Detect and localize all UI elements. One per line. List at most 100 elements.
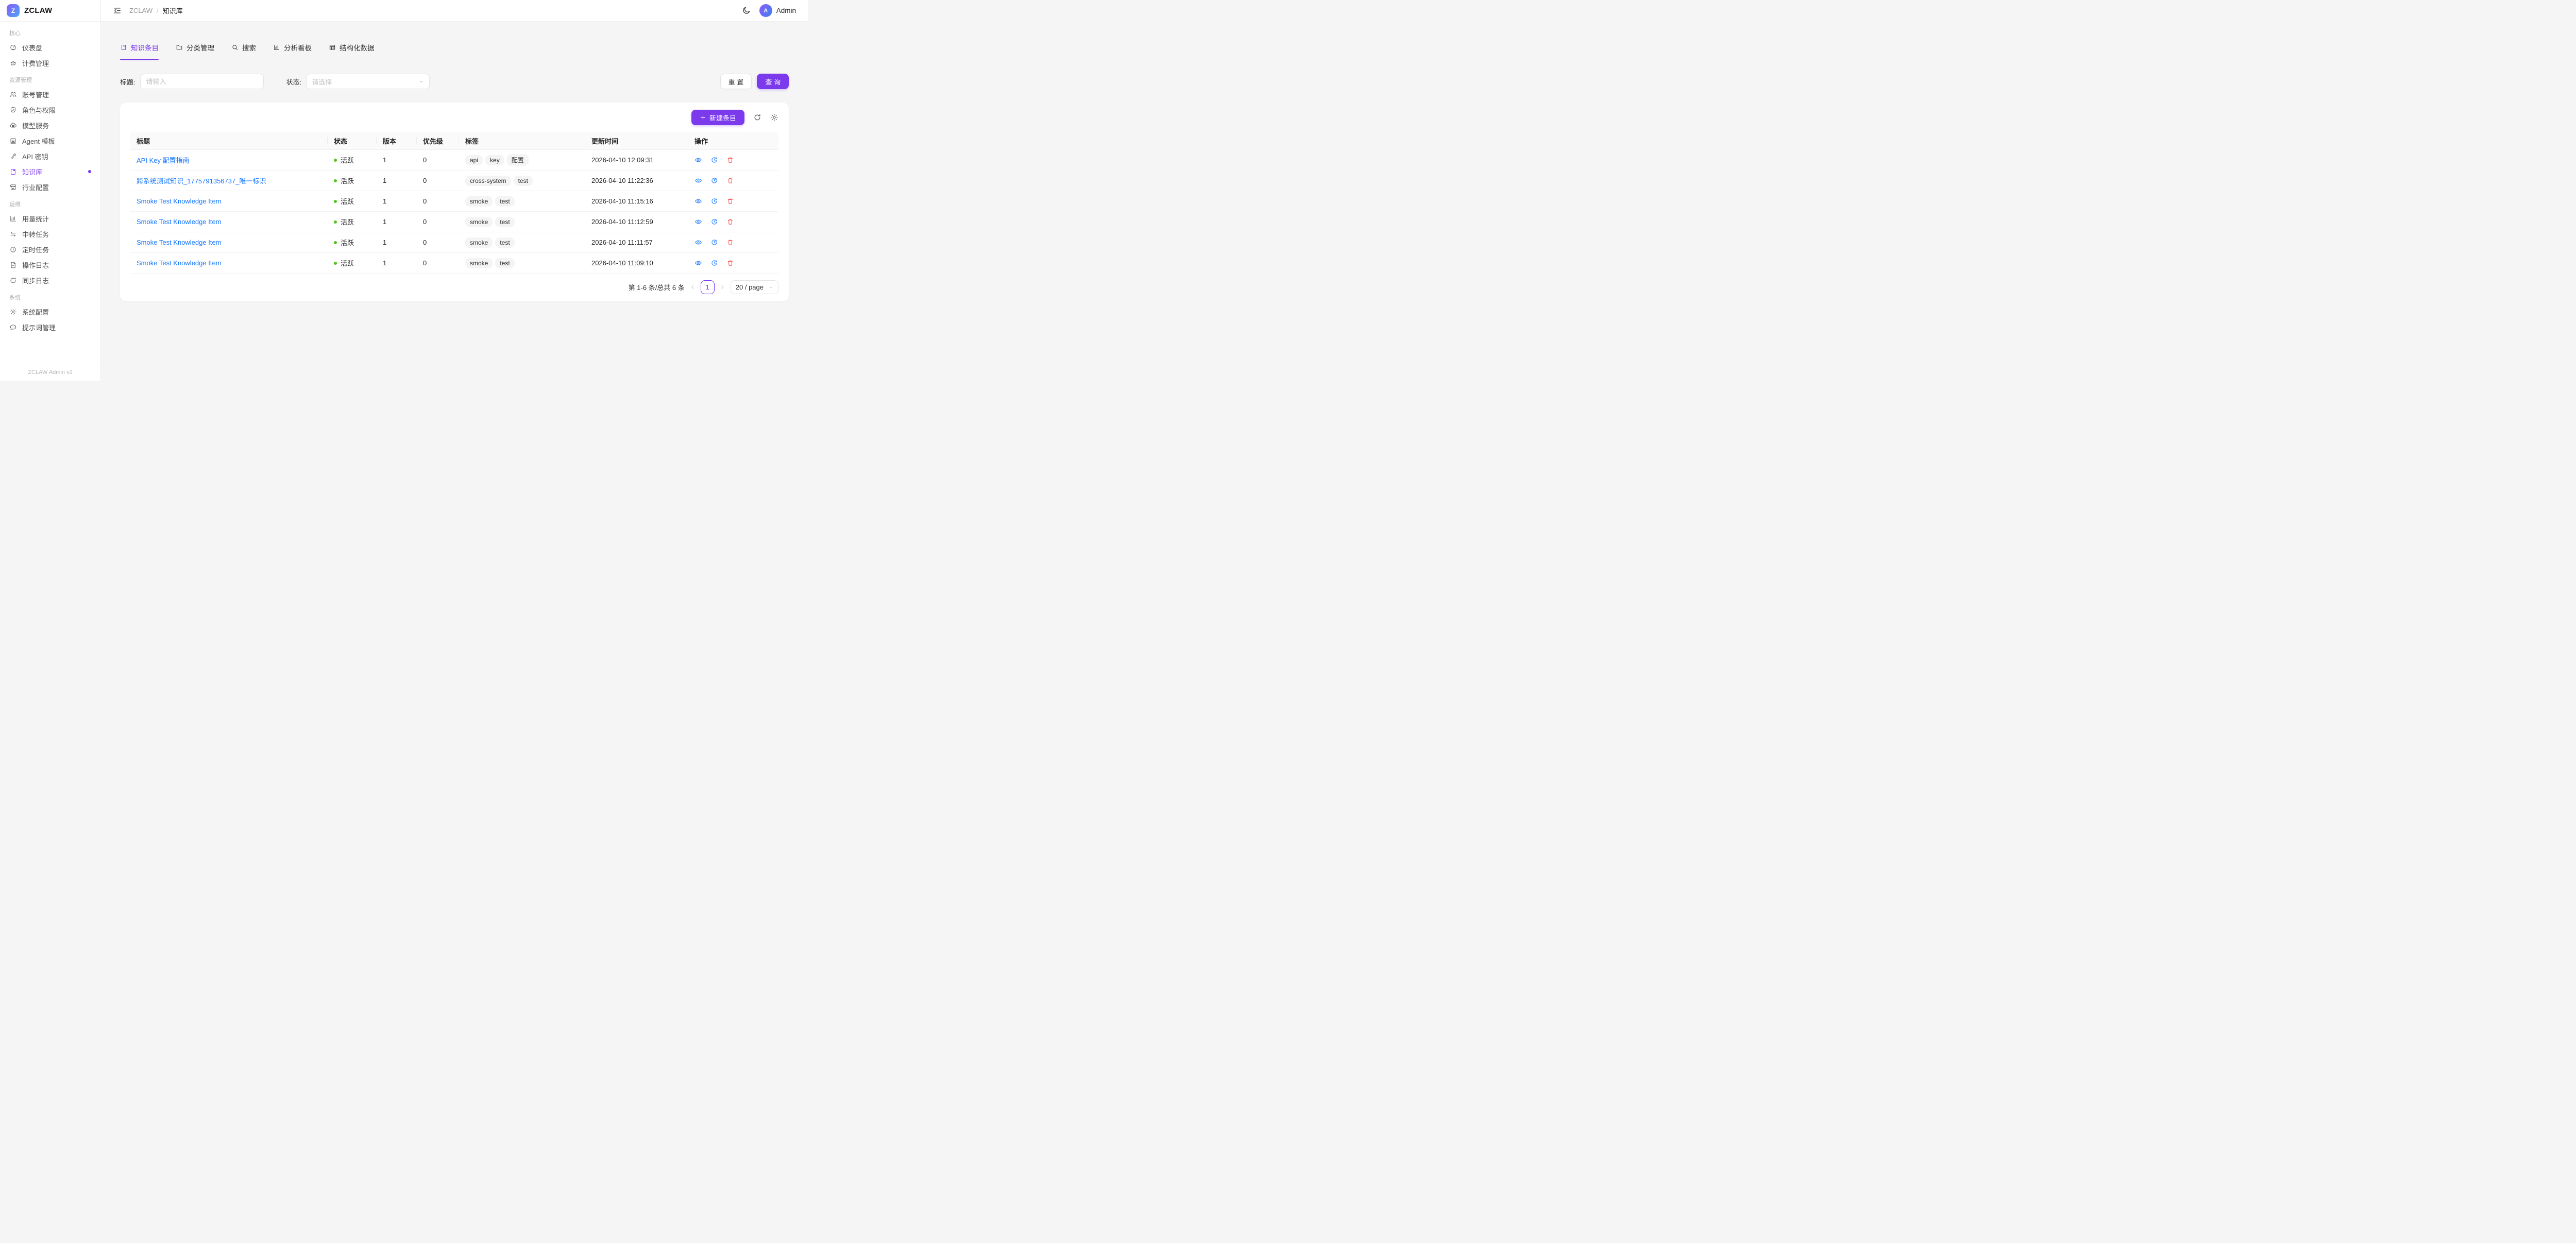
api-key-icon <box>9 152 17 160</box>
chevron-down-icon <box>768 285 773 290</box>
updated-cell: 2026-04-10 11:11:57 <box>585 239 688 246</box>
prev-page-button[interactable] <box>690 284 696 290</box>
status-text: 活跃 <box>341 176 354 185</box>
tab-bar: 知识条目 分类管理 搜索 分析看板 结构化数据 <box>120 42 789 60</box>
dark-mode-toggle[interactable] <box>742 6 751 15</box>
view-button[interactable] <box>694 177 702 184</box>
table-row: Smoke Test Knowledge Item 活跃 1 0 smoke t… <box>130 212 778 232</box>
refresh-button[interactable] <box>753 113 761 122</box>
tab-structured-data[interactable]: 结构化数据 <box>329 42 375 60</box>
breadcrumb-current: 知识库 <box>163 6 183 15</box>
tab-search[interactable]: 搜索 <box>231 42 256 60</box>
sidebar-item-usage-stats[interactable]: 用量统计 <box>5 211 95 226</box>
sidebar-item-system-config[interactable]: 系统配置 <box>5 304 95 319</box>
history-button[interactable] <box>710 177 718 184</box>
delete-button[interactable] <box>726 156 734 164</box>
delete-button[interactable] <box>726 197 734 205</box>
history-icon <box>710 218 718 226</box>
row-title-link[interactable]: Smoke Test Knowledge Item <box>137 259 222 267</box>
file-text-icon <box>9 261 17 269</box>
tab-analytics-board[interactable]: 分析看板 <box>273 42 312 60</box>
page-number-1[interactable]: 1 <box>701 280 715 294</box>
history-button[interactable] <box>710 239 718 246</box>
view-button[interactable] <box>694 156 702 164</box>
sidebar-item-knowledge-base[interactable]: 知识库 <box>5 164 95 179</box>
filter-status: 状态: 请选择 <box>286 74 430 89</box>
table-settings-button[interactable] <box>770 113 778 122</box>
sidebar-item-prompt-management[interactable]: 提示词管理 <box>5 319 95 335</box>
table-row: Smoke Test Knowledge Item 活跃 1 0 smoke t… <box>130 232 778 253</box>
delete-button[interactable] <box>726 239 734 246</box>
view-button[interactable] <box>694 259 702 267</box>
sidebar-item-industry-config[interactable]: 行业配置 <box>5 179 95 195</box>
tag: smoke <box>465 258 493 268</box>
tag: test <box>495 258 514 268</box>
new-item-button[interactable]: 新建条目 <box>691 110 744 125</box>
sync-icon <box>9 277 17 284</box>
row-title-link[interactable]: Smoke Test Knowledge Item <box>137 197 222 205</box>
sidebar-item-operation-logs[interactable]: 操作日志 <box>5 257 95 273</box>
row-title-link[interactable]: Smoke Test Knowledge Item <box>137 239 222 246</box>
nav-group-system: 系统 <box>5 288 95 304</box>
priority-cell: 0 <box>417 239 459 246</box>
sidebar-item-scheduled-tasks[interactable]: 定时任务 <box>5 242 95 257</box>
tag: key <box>485 155 504 165</box>
tab-label: 知识条目 <box>131 42 159 53</box>
query-button[interactable]: 查 询 <box>757 74 789 89</box>
page-size-value: 20 / page <box>736 283 764 291</box>
version-cell: 1 <box>377 218 417 226</box>
reset-button[interactable]: 重 置 <box>720 74 752 89</box>
breadcrumb-root[interactable]: ZCLAW <box>129 7 152 14</box>
user-menu[interactable]: A Admin <box>759 4 796 17</box>
chevron-left-icon <box>690 284 696 290</box>
row-title-link[interactable]: 跨系统测试知识_1775791356737_唯一标识 <box>137 176 266 185</box>
sidebar-item-relay-tasks[interactable]: 中转任务 <box>5 226 95 242</box>
sidebar-item-model-services[interactable]: 模型服务 <box>5 117 95 133</box>
moon-icon <box>742 6 751 15</box>
delete-button[interactable] <box>726 177 734 184</box>
table-icon <box>329 44 336 51</box>
view-button[interactable] <box>694 239 702 246</box>
sidebar-item-agent-templates[interactable]: Agent 模板 <box>5 133 95 148</box>
sidebar-item-api-keys[interactable]: API 密钥 <box>5 148 95 164</box>
priority-cell: 0 <box>417 218 459 226</box>
history-icon <box>710 156 718 164</box>
delete-button[interactable] <box>726 259 734 267</box>
updated-cell: 2026-04-10 12:09:31 <box>585 156 688 164</box>
sidebar-item-accounts[interactable]: 账号管理 <box>5 87 95 102</box>
priority-cell: 0 <box>417 177 459 184</box>
row-title-link[interactable]: Smoke Test Knowledge Item <box>137 218 222 226</box>
tab-knowledge-items[interactable]: 知识条目 <box>120 42 159 60</box>
tab-label: 搜索 <box>242 42 256 53</box>
sidebar-item-billing[interactable]: 计费管理 <box>5 55 95 71</box>
history-button[interactable] <box>710 218 718 226</box>
sidebar-item-dashboard[interactable]: 仪表盘 <box>5 40 95 55</box>
tab-label: 结构化数据 <box>340 42 375 53</box>
nav-group-resources: 资源管理 <box>5 71 95 87</box>
sidebar-collapse-button[interactable] <box>113 6 122 15</box>
updated-cell: 2026-04-10 11:09:10 <box>585 259 688 267</box>
page-size-select[interactable]: 20 / page <box>731 280 778 294</box>
history-button[interactable] <box>710 156 718 164</box>
view-button[interactable] <box>694 197 702 205</box>
tag: smoke <box>465 237 493 248</box>
tab-category-management[interactable]: 分类管理 <box>176 42 214 60</box>
sidebar-item-roles[interactable]: 角色与权限 <box>5 102 95 117</box>
table-row: Smoke Test Knowledge Item 活跃 1 0 smoke t… <box>130 191 778 212</box>
title-filter-input[interactable] <box>140 74 264 89</box>
status-filter-select[interactable]: 请选择 <box>306 74 430 89</box>
delete-button[interactable] <box>726 218 734 226</box>
sidebar-item-sync-logs[interactable]: 同步日志 <box>5 273 95 288</box>
avatar: A <box>759 4 772 17</box>
swap-icon <box>9 230 17 238</box>
robot-icon <box>9 137 17 145</box>
row-title-link[interactable]: API Key 配置指南 <box>137 155 190 165</box>
history-button[interactable] <box>710 259 718 267</box>
view-button[interactable] <box>694 218 702 226</box>
history-button[interactable] <box>710 197 718 205</box>
trash-icon <box>726 259 734 267</box>
trash-icon <box>726 177 734 184</box>
gear-icon <box>9 308 17 316</box>
reload-icon <box>753 113 761 122</box>
next-page-button[interactable] <box>720 284 725 290</box>
